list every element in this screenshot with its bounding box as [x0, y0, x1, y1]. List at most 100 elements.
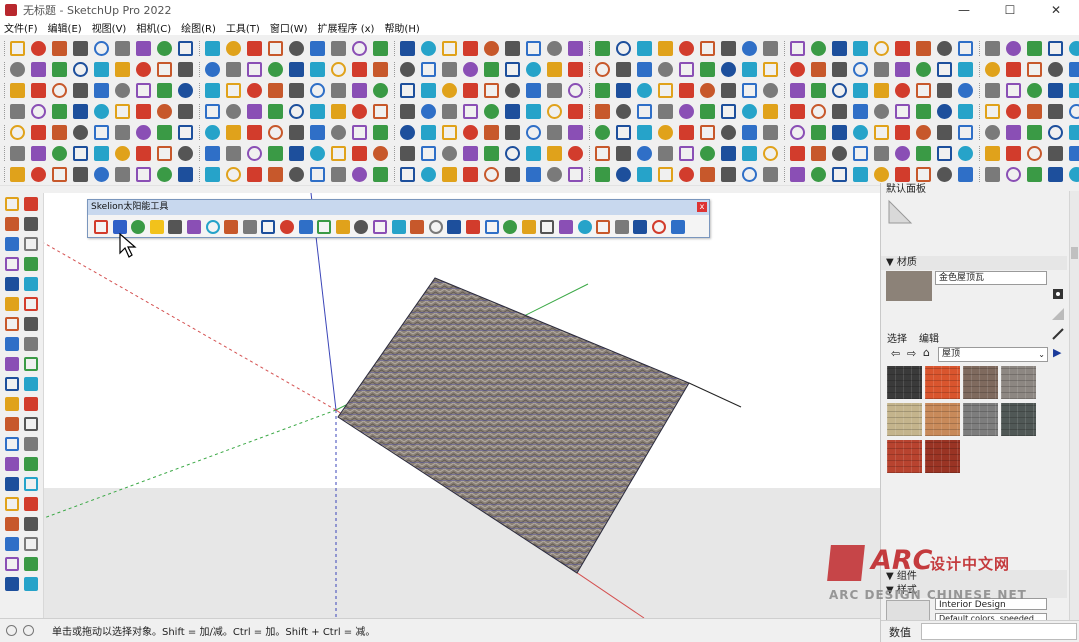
toolbar-button-icon[interactable] — [10, 146, 25, 161]
toolbar-button-icon[interactable] — [373, 104, 388, 119]
toolbar-button-icon[interactable] — [1027, 83, 1042, 98]
toolbar-button-icon[interactable] — [958, 167, 973, 182]
toolbar-button-icon[interactable] — [442, 125, 457, 140]
toolbar-button-icon[interactable] — [853, 83, 868, 98]
toolbar-button-icon[interactable] — [916, 104, 931, 119]
geolocation-icon[interactable] — [6, 625, 17, 636]
toolbar-button-icon[interactable] — [400, 104, 415, 119]
toolbar-button-icon[interactable] — [958, 62, 973, 77]
left-tool-icon[interactable] — [24, 537, 38, 551]
toolbar-button-icon[interactable] — [547, 125, 562, 140]
toolbar-button-icon[interactable] — [1069, 125, 1079, 140]
menu-extensions[interactable]: 扩展程序 (x) — [318, 20, 375, 35]
toolbar-button-icon[interactable] — [742, 104, 757, 119]
toolbar-button-icon[interactable] — [178, 167, 193, 182]
toolbar-button-icon[interactable] — [985, 104, 1000, 119]
toolbar-button-icon[interactable] — [178, 125, 193, 140]
toolbar-button-icon[interactable] — [247, 104, 262, 119]
toolbar-grip[interactable] — [589, 62, 592, 77]
toolbar-button-icon[interactable] — [268, 104, 283, 119]
skelion-toolbar-title[interactable]: Skelion太阳能工具 — [88, 200, 709, 215]
left-tool-icon[interactable] — [5, 437, 19, 451]
toolbar-button-icon[interactable] — [52, 125, 67, 140]
toolbar-button-icon[interactable] — [637, 146, 652, 161]
toolbar-button-icon[interactable] — [94, 146, 109, 161]
toolbar-button-icon[interactable] — [289, 41, 304, 56]
toolbar-button-icon[interactable] — [679, 83, 694, 98]
material-swatch[interactable] — [1001, 366, 1036, 399]
toolbar-button-icon[interactable] — [763, 83, 778, 98]
skelion-tool-icon[interactable] — [540, 220, 555, 234]
toolbar-button-icon[interactable] — [1006, 146, 1021, 161]
menu-tools[interactable]: 工具(T) — [226, 20, 260, 35]
toolbar-button-icon[interactable] — [247, 146, 262, 161]
toolbar-button-icon[interactable] — [310, 146, 325, 161]
skelion-tool-icon[interactable] — [447, 220, 462, 234]
toolbar-button-icon[interactable] — [52, 104, 67, 119]
toolbar-grip[interactable] — [199, 83, 202, 98]
toolbar-button-icon[interactable] — [1006, 167, 1021, 182]
toolbar-button-icon[interactable] — [115, 83, 130, 98]
toolbar-button-icon[interactable] — [895, 83, 910, 98]
toolbar-button-icon[interactable] — [679, 146, 694, 161]
details-arrow-icon[interactable]: ▶ — [1053, 346, 1061, 359]
left-tool-icon[interactable] — [24, 237, 38, 251]
toolbar-button-icon[interactable] — [700, 146, 715, 161]
toolbar-button-icon[interactable] — [700, 62, 715, 77]
toolbar-button-icon[interactable] — [226, 104, 241, 119]
toolbar-button-icon[interactable] — [595, 41, 610, 56]
toolbar-button-icon[interactable] — [874, 41, 889, 56]
toolbar-button-icon[interactable] — [811, 167, 826, 182]
left-tool-icon[interactable] — [5, 417, 19, 431]
menu-help[interactable]: 帮助(H) — [384, 20, 419, 35]
toolbar-grip[interactable] — [979, 62, 982, 77]
toolbar-button-icon[interactable] — [178, 41, 193, 56]
toolbar-button-icon[interactable] — [31, 83, 46, 98]
toolbar-button-icon[interactable] — [442, 62, 457, 77]
toolbar-button-icon[interactable] — [505, 104, 520, 119]
toolbar-button-icon[interactable] — [853, 125, 868, 140]
toolbar-button-icon[interactable] — [526, 104, 541, 119]
skelion-tool-icon[interactable] — [280, 220, 294, 234]
toolbar-button-icon[interactable] — [595, 104, 610, 119]
toolbar-button-icon[interactable] — [268, 167, 283, 182]
toolbar-button-icon[interactable] — [568, 125, 583, 140]
toolbar-button-icon[interactable] — [10, 167, 25, 182]
toolbar-button-icon[interactable] — [400, 125, 415, 140]
toolbar-button-icon[interactable] — [136, 167, 151, 182]
toolbar-button-icon[interactable] — [226, 125, 241, 140]
close-button[interactable]: ✕ — [1033, 0, 1079, 19]
toolbar-button-icon[interactable] — [421, 146, 436, 161]
skelion-tool-icon[interactable] — [373, 220, 387, 234]
left-tool-icon[interactable] — [24, 317, 38, 331]
left-tool-icon[interactable] — [5, 397, 19, 411]
toolbar-button-icon[interactable] — [832, 104, 847, 119]
toolbar-button-icon[interactable] — [874, 167, 889, 182]
toolbar-button-icon[interactable] — [505, 146, 520, 161]
toolbar-button-icon[interactable] — [721, 146, 736, 161]
left-tool-icon[interactable] — [24, 577, 38, 591]
toolbar-grip[interactable] — [784, 125, 787, 140]
toolbar-button-icon[interactable] — [352, 41, 367, 56]
left-tool-icon[interactable] — [24, 197, 38, 211]
toolbar-button-icon[interactable] — [985, 125, 1000, 140]
left-tool-icon[interactable] — [24, 457, 38, 471]
toolbar-button-icon[interactable] — [442, 83, 457, 98]
toolbar-grip[interactable] — [394, 146, 397, 161]
toolbar-button-icon[interactable] — [352, 83, 367, 98]
skelion-tool-icon[interactable] — [410, 220, 425, 234]
toolbar-button-icon[interactable] — [136, 146, 151, 161]
toolbar-button-icon[interactable] — [73, 167, 88, 182]
toolbar-button-icon[interactable] — [10, 41, 25, 56]
toolbar-grip[interactable] — [979, 104, 982, 119]
toolbar-button-icon[interactable] — [790, 167, 805, 182]
toolbar-button-icon[interactable] — [484, 41, 499, 56]
toolbar-button-icon[interactable] — [763, 146, 778, 161]
default-material-icon[interactable] — [1051, 307, 1065, 321]
toolbar-button-icon[interactable] — [790, 104, 805, 119]
toolbar-button-icon[interactable] — [463, 41, 478, 56]
toolbar-button-icon[interactable] — [637, 104, 652, 119]
toolbar-button-icon[interactable] — [484, 167, 499, 182]
toolbar-button-icon[interactable] — [937, 41, 952, 56]
toolbar-button-icon[interactable] — [895, 41, 910, 56]
